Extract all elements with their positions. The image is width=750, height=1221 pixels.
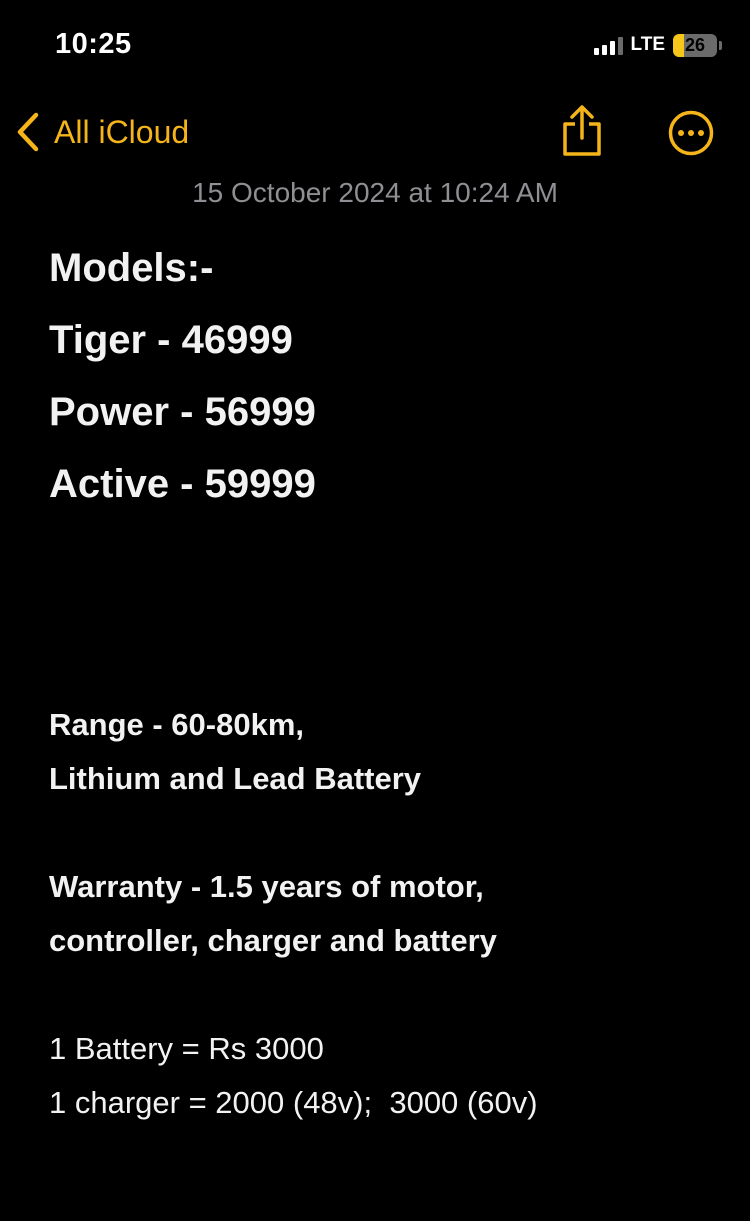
more-button[interactable] [668,110,714,156]
notes-screen: 10:25 LTE 26 All iCloud 15 October 2024 … [0,0,750,1221]
battery-icon: 26 [673,33,722,57]
note-battery-price: 1 Battery = Rs 3000 [49,1031,324,1066]
note-charger-price: 1 charger = 2000 (48v); 3000 (60v) [49,1085,538,1120]
note-heading-tiger: Tiger - 46999 [49,318,293,362]
note-warranty-detail-line: controller, charger and battery [49,923,497,958]
chevron-left-icon [17,112,39,152]
note-heading-active: Active - 59999 [49,462,316,506]
note-heading-power: Power - 56999 [49,390,316,434]
share-icon [563,105,601,156]
ellipsis-circle-icon [668,110,714,156]
share-button[interactable] [560,104,604,158]
cellular-signal-icon [593,35,623,55]
note-warranty-line: Warranty - 1.5 years of motor, [49,869,484,904]
back-button[interactable]: All iCloud [16,110,189,154]
status-indicators: LTE 26 [593,32,722,58]
note-date: 15 October 2024 at 10:24 AM [192,177,558,208]
note-heading-models: Models:- [49,246,214,290]
status-time: 10:25 [55,28,132,60]
note-range-line: Range - 60-80km, [49,707,304,742]
battery-level: 26 [684,34,706,55]
note-body[interactable]: Models:- Tiger - 46999 Power - 56999 Act… [49,232,720,1130]
network-type: LTE [630,34,665,55]
back-button-label: All iCloud [54,113,190,150]
note-battery-type-line: Lithium and Lead Battery [49,761,422,796]
